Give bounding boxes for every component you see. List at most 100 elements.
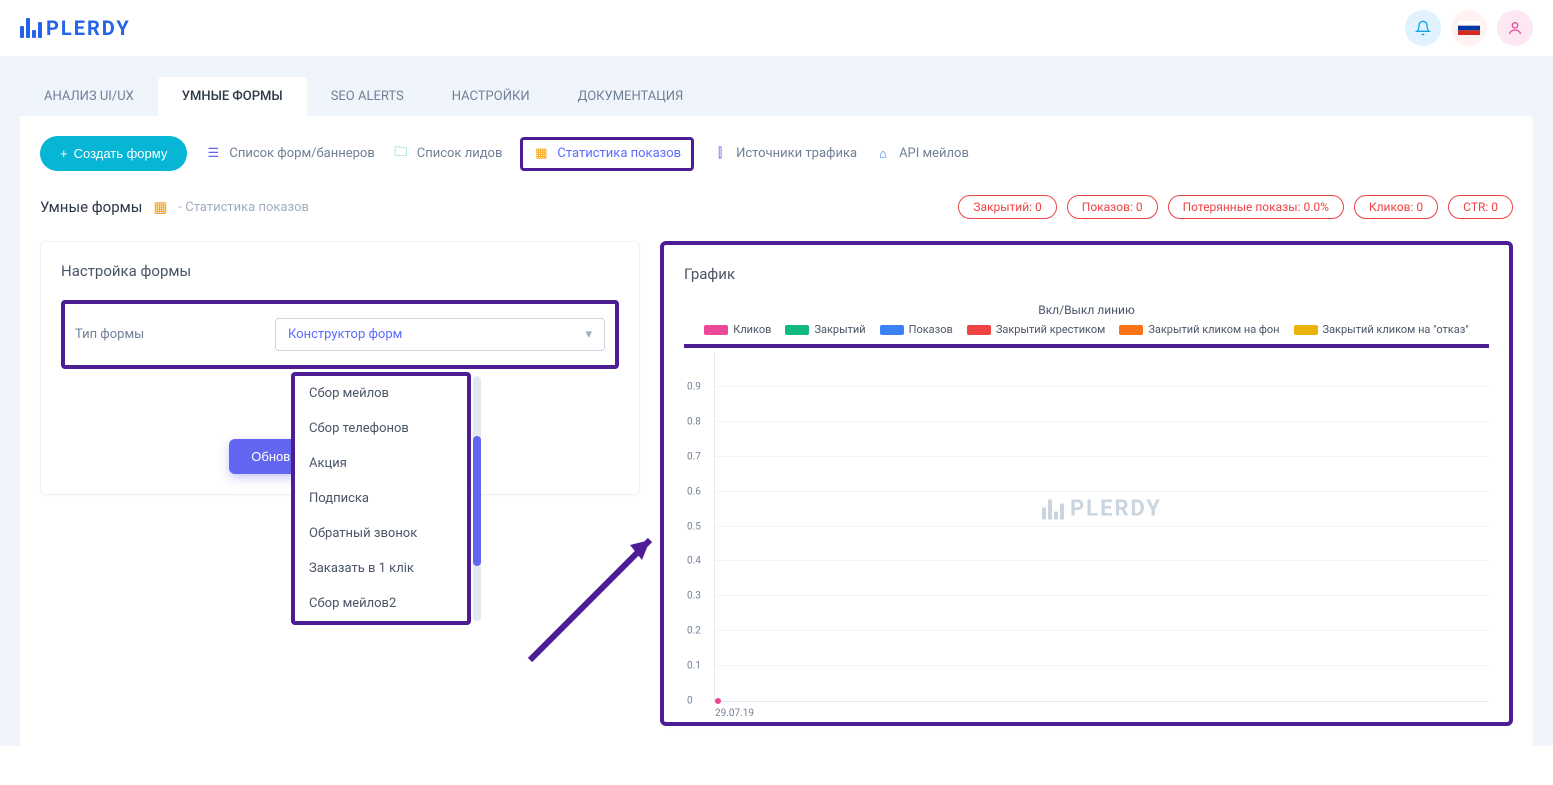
grid-line xyxy=(715,421,1489,422)
option-subscribe[interactable]: Подписка xyxy=(295,481,467,516)
swatch-icon xyxy=(1119,325,1143,335)
swatch-icon xyxy=(1294,325,1318,335)
option-promo[interactable]: Акция xyxy=(295,446,467,481)
main-panel: + Создать форму ☰ Список форм/баннеров 🗀… xyxy=(20,116,1533,746)
option-oneclick[interactable]: Заказать в 1 клік xyxy=(295,551,467,586)
link-leads-list-label: Список лидов xyxy=(417,146,503,161)
chart-panel: График Вкл/Выкл линию Кликов Закрытий По… xyxy=(660,241,1513,726)
profile-button[interactable] xyxy=(1497,10,1533,46)
brand-logo[interactable]: PLERDY xyxy=(20,16,131,40)
brand-text: PLERDY xyxy=(46,16,131,40)
link-forms-list[interactable]: ☰ Список форм/баннеров xyxy=(205,146,374,162)
link-forms-list-label: Список форм/баннеров xyxy=(229,146,374,161)
grid-line xyxy=(715,665,1489,666)
option-mail[interactable]: Сбор мейлов xyxy=(295,376,467,411)
link-api-mail-label: API мейлов xyxy=(899,146,969,161)
form-settings-panel: Настройка формы Тип формы Конструктор фо… xyxy=(40,241,640,495)
swatch-icon xyxy=(704,325,728,335)
option-mail2[interactable]: Сбор мейлов2 xyxy=(295,586,467,621)
grid-line xyxy=(715,386,1489,387)
y-tick: 0.4 xyxy=(687,556,701,567)
y-tick: 0.9 xyxy=(687,381,701,392)
form-type-select[interactable]: Конструктор форм ▾ xyxy=(275,318,605,351)
tab-seo-alerts[interactable]: SEO ALERTS xyxy=(307,77,428,116)
chart-data-point xyxy=(715,698,721,704)
grid-line xyxy=(715,595,1489,596)
legend-title: Вкл/Выкл линию xyxy=(684,303,1489,317)
x-tick-0: 29.07.19 xyxy=(715,708,754,719)
option-callback[interactable]: Обратный звонок xyxy=(295,516,467,551)
main-tabs: АНАЛИЗ UI/UX УМНЫЕ ФОРМЫ SEO ALERTS НАСТ… xyxy=(0,57,1553,116)
tab-analysis[interactable]: АНАЛИЗ UI/UX xyxy=(20,77,158,116)
y-tick: 0.2 xyxy=(687,626,701,637)
legend-closed[interactable]: Закрытий xyxy=(785,323,865,336)
home-icon: ⌂ xyxy=(875,146,891,162)
plus-icon: + xyxy=(60,146,68,161)
legend-reject-close[interactable]: Закрытий кликом на "отказ" xyxy=(1294,323,1469,336)
dropdown-scrollbar-thumb[interactable] xyxy=(473,436,481,566)
chart-highlight-line xyxy=(684,344,1489,348)
breadcrumb-row: Умные формы ▦ - Статистика показов Закры… xyxy=(40,183,1513,231)
legend-bg-close[interactable]: Закрытий кликом на фон xyxy=(1119,323,1279,336)
y-tick: 0.3 xyxy=(687,591,701,602)
link-statistics[interactable]: ▦ Статистика показов xyxy=(520,137,694,171)
chart-watermark: PLERDY xyxy=(1042,497,1162,522)
language-button[interactable] xyxy=(1451,10,1487,46)
pill-shows: Показов: 0 xyxy=(1067,195,1158,219)
link-traffic-sources[interactable]: ⫿ Источники трафика xyxy=(712,146,857,162)
grid-icon: ▦ xyxy=(152,199,168,215)
legend-shows[interactable]: Показов xyxy=(880,323,953,336)
page-title: Умные формы xyxy=(40,198,142,216)
content: АНАЛИЗ UI/UX УМНЫЕ ФОРМЫ SEO ALERTS НАСТ… xyxy=(0,57,1553,746)
bell-icon xyxy=(1415,20,1431,36)
legend-clicks[interactable]: Кликов xyxy=(704,323,771,336)
app-header: PLERDY xyxy=(0,0,1553,57)
option-phone[interactable]: Сбор телефонов xyxy=(295,411,467,446)
flag-ru-icon xyxy=(1458,21,1480,35)
form-type-row: Тип формы Конструктор форм ▾ xyxy=(61,300,619,369)
chart-legend: Кликов Закрытий Показов Закрытий крестик… xyxy=(684,323,1489,336)
header-actions xyxy=(1405,10,1533,46)
y-tick: 0.1 xyxy=(687,661,701,672)
legend-x-close[interactable]: Закрытий крестиком xyxy=(967,323,1106,336)
logo-bars-icon xyxy=(1042,499,1064,519)
chart-body: PLERDY 29.07.19 00.10.20.30.40.50.60.70.… xyxy=(714,352,1489,702)
link-statistics-label: Статистика показов xyxy=(557,146,681,161)
tab-settings[interactable]: НАСТРОЙКИ xyxy=(428,77,554,116)
chart-icon: ⫿ xyxy=(712,146,728,162)
pill-closed: Закрытий: 0 xyxy=(958,195,1056,219)
link-api-mail[interactable]: ⌂ API мейлов xyxy=(875,146,969,162)
link-leads-list[interactable]: 🗀 Список лидов xyxy=(393,146,503,162)
create-form-label: Создать форму xyxy=(74,146,168,161)
swatch-icon xyxy=(785,325,809,335)
notifications-button[interactable] xyxy=(1405,10,1441,46)
form-type-dropdown: Сбор мейлов Сбор телефонов Акция Подписк… xyxy=(291,372,471,625)
grid-line xyxy=(715,560,1489,561)
swatch-icon xyxy=(880,325,904,335)
user-icon xyxy=(1507,20,1523,36)
link-traffic-label: Источники трафика xyxy=(736,146,857,161)
swatch-icon xyxy=(967,325,991,335)
breadcrumb-sub: - Статистика показов xyxy=(178,200,309,215)
grid-icon: ▦ xyxy=(533,146,549,162)
grid-line xyxy=(715,456,1489,457)
tab-docs[interactable]: ДОКУМЕНТАЦИЯ xyxy=(554,77,708,116)
stats-pills: Закрытий: 0 Показов: 0 Потерянные показы… xyxy=(958,195,1513,219)
create-form-button[interactable]: + Создать форму xyxy=(40,136,187,171)
y-tick: 0 xyxy=(687,696,693,707)
y-tick: 0.7 xyxy=(687,451,701,462)
pill-lost: Потерянные показы: 0.0% xyxy=(1168,195,1344,219)
grid-line xyxy=(715,630,1489,631)
logo-bars-icon xyxy=(20,18,42,38)
chevron-down-icon: ▾ xyxy=(585,327,592,342)
y-tick: 0.8 xyxy=(687,416,701,427)
folder-icon: 🗀 xyxy=(393,146,409,162)
list-icon: ☰ xyxy=(205,146,221,162)
y-tick: 0.6 xyxy=(687,486,701,497)
two-columns: Настройка формы Тип формы Конструктор фо… xyxy=(40,241,1513,726)
form-type-selected: Конструктор форм xyxy=(288,327,402,342)
grid-line xyxy=(715,491,1489,492)
form-type-label: Тип формы xyxy=(75,327,255,342)
form-settings-title: Настройка формы xyxy=(61,262,619,280)
tab-smart-forms[interactable]: УМНЫЕ ФОРМЫ xyxy=(158,77,307,116)
